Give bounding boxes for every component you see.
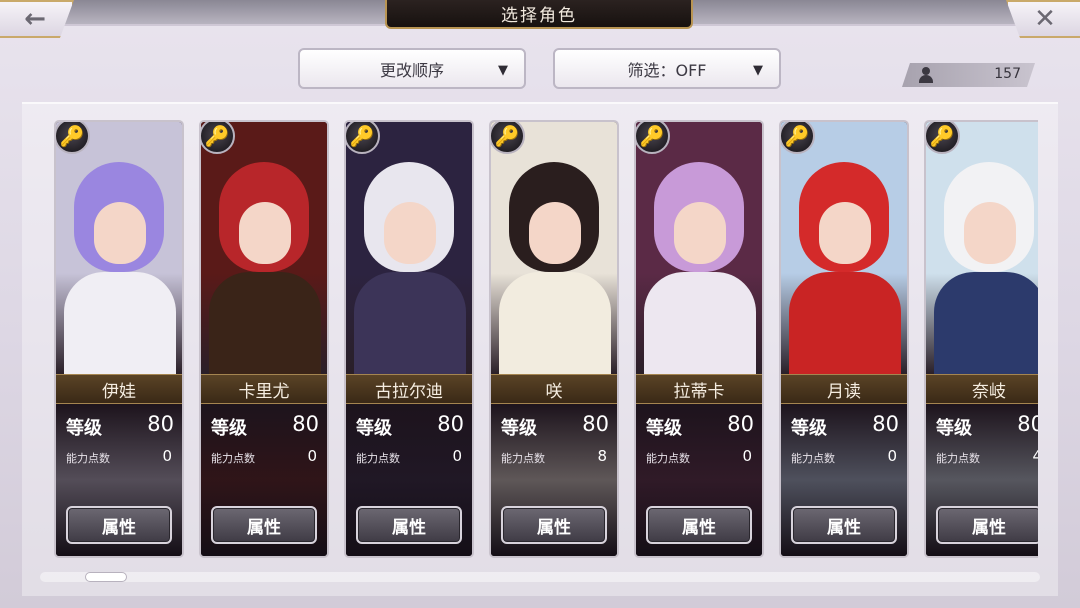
portrait-face — [964, 202, 1016, 264]
portrait-face — [674, 202, 726, 264]
character-name: 古拉尔迪 — [346, 374, 472, 404]
level-label: 等级 — [66, 418, 102, 439]
attributes-button[interactable]: 属性 — [501, 506, 607, 544]
ability-points-label: 能力点数 — [791, 452, 835, 465]
character-stats: 等级 80 能力点数 0 属性 — [56, 404, 182, 556]
character-card[interactable]: 🔑 拉蒂卡 等级 80 能力点数 0 属性 — [634, 120, 764, 558]
character-portrait — [781, 122, 907, 374]
page-title: 选择角色 — [385, 0, 693, 29]
close-icon: ✕ — [1034, 4, 1056, 34]
attributes-button[interactable]: 属性 — [211, 506, 317, 544]
level-value: 80 — [582, 412, 609, 436]
character-stats: 等级 80 能力点数 0 属性 — [201, 404, 327, 556]
portrait-outfit — [64, 272, 176, 374]
close-button[interactable]: ✕ — [1006, 0, 1080, 38]
character-count-value: 157 — [994, 66, 1021, 82]
portrait-outfit — [499, 272, 611, 374]
ability-points-value: 8 — [597, 447, 607, 465]
attributes-button[interactable]: 属性 — [646, 506, 752, 544]
horizontal-scrollbar[interactable] — [40, 572, 1040, 582]
back-arrow-icon: ← — [24, 4, 46, 34]
character-card[interactable]: 🔑 伊娃 等级 80 能力点数 0 属性 — [54, 120, 184, 558]
level-label: 等级 — [936, 418, 972, 439]
character-card[interactable]: 🔑 卡里尤 等级 80 能力点数 0 属性 — [199, 120, 329, 558]
scroll-thumb[interactable] — [85, 572, 127, 582]
ability-points-value: 0 — [452, 447, 462, 465]
attributes-button[interactable]: 属性 — [66, 506, 172, 544]
portrait-outfit — [934, 272, 1038, 374]
ability-points-value: 0 — [742, 447, 752, 465]
character-portrait — [636, 122, 762, 374]
character-stats: 等级 80 能力点数 4 属性 — [926, 404, 1038, 556]
character-portrait — [201, 122, 327, 374]
character-card[interactable]: 🔑 奈岐 等级 80 能力点数 4 属性 — [924, 120, 1038, 558]
back-button[interactable]: ← — [0, 0, 74, 38]
portrait-face — [239, 202, 291, 264]
portrait-face — [819, 202, 871, 264]
level-value: 80 — [292, 412, 319, 436]
ability-points-value: 4 — [1032, 447, 1038, 465]
level-value: 80 — [872, 412, 899, 436]
character-card[interactable]: 🔑 月读 等级 80 能力点数 0 属性 — [779, 120, 909, 558]
character-name: 卡里尤 — [201, 374, 327, 404]
character-stats: 等级 80 能力点数 8 属性 — [491, 404, 617, 556]
ability-points-value: 0 — [162, 447, 172, 465]
filter-dropdown[interactable]: 筛选：OFF ▼ — [553, 48, 781, 89]
ability-points-value: 0 — [887, 447, 897, 465]
character-card-list[interactable]: 🔑 伊娃 等级 80 能力点数 0 属性 🔑 卡里尤 等级 80 能力点数 0 — [54, 118, 1038, 560]
character-card[interactable]: 🔑 咲 等级 80 能力点数 8 属性 — [489, 120, 619, 558]
character-portrait — [926, 122, 1038, 374]
portrait-face — [384, 202, 436, 264]
portrait-face — [94, 202, 146, 264]
character-portrait — [346, 122, 472, 374]
attributes-button[interactable]: 属性 — [791, 506, 897, 544]
level-label: 等级 — [501, 418, 537, 439]
portrait-outfit — [644, 272, 756, 374]
character-name: 伊娃 — [56, 374, 182, 404]
attributes-button[interactable]: 属性 — [356, 506, 462, 544]
sort-order-label: 更改顺序 — [379, 60, 444, 80]
character-name: 月读 — [781, 374, 907, 404]
level-value: 80 — [1017, 412, 1038, 436]
level-label: 等级 — [791, 418, 827, 439]
character-portrait — [491, 122, 617, 374]
user-icon — [918, 67, 934, 83]
character-name: 奈岐 — [926, 374, 1038, 404]
level-value: 80 — [437, 412, 464, 436]
character-stats: 等级 80 能力点数 0 属性 — [781, 404, 907, 556]
portrait-outfit — [209, 272, 321, 374]
character-stats: 等级 80 能力点数 0 属性 — [636, 404, 762, 556]
character-card[interactable]: 🔑 古拉尔迪 等级 80 能力点数 0 属性 — [344, 120, 474, 558]
ability-points-value: 0 — [307, 447, 317, 465]
level-label: 等级 — [211, 418, 247, 439]
chevron-down-icon: ▼ — [498, 63, 508, 78]
character-name: 拉蒂卡 — [636, 374, 762, 404]
ability-points-label: 能力点数 — [66, 452, 110, 465]
attributes-button[interactable]: 属性 — [936, 506, 1038, 544]
ability-points-label: 能力点数 — [646, 452, 690, 465]
portrait-outfit — [354, 272, 466, 374]
chevron-down-icon: ▼ — [753, 63, 763, 78]
level-label: 等级 — [356, 418, 392, 439]
level-value: 80 — [147, 412, 174, 436]
portrait-face — [529, 202, 581, 264]
ability-points-label: 能力点数 — [936, 452, 980, 465]
character-portrait — [56, 122, 182, 374]
ability-points-label: 能力点数 — [356, 452, 400, 465]
ability-points-label: 能力点数 — [501, 452, 545, 465]
filter-label: 筛选：OFF — [627, 60, 707, 80]
portrait-outfit — [789, 272, 901, 374]
sort-order-dropdown[interactable]: 更改顺序 ▼ — [298, 48, 526, 89]
level-label: 等级 — [646, 418, 682, 439]
character-stats: 等级 80 能力点数 0 属性 — [346, 404, 472, 556]
character-count: 157 — [902, 63, 1035, 87]
ability-points-label: 能力点数 — [211, 452, 255, 465]
level-value: 80 — [727, 412, 754, 436]
character-name: 咲 — [491, 374, 617, 404]
